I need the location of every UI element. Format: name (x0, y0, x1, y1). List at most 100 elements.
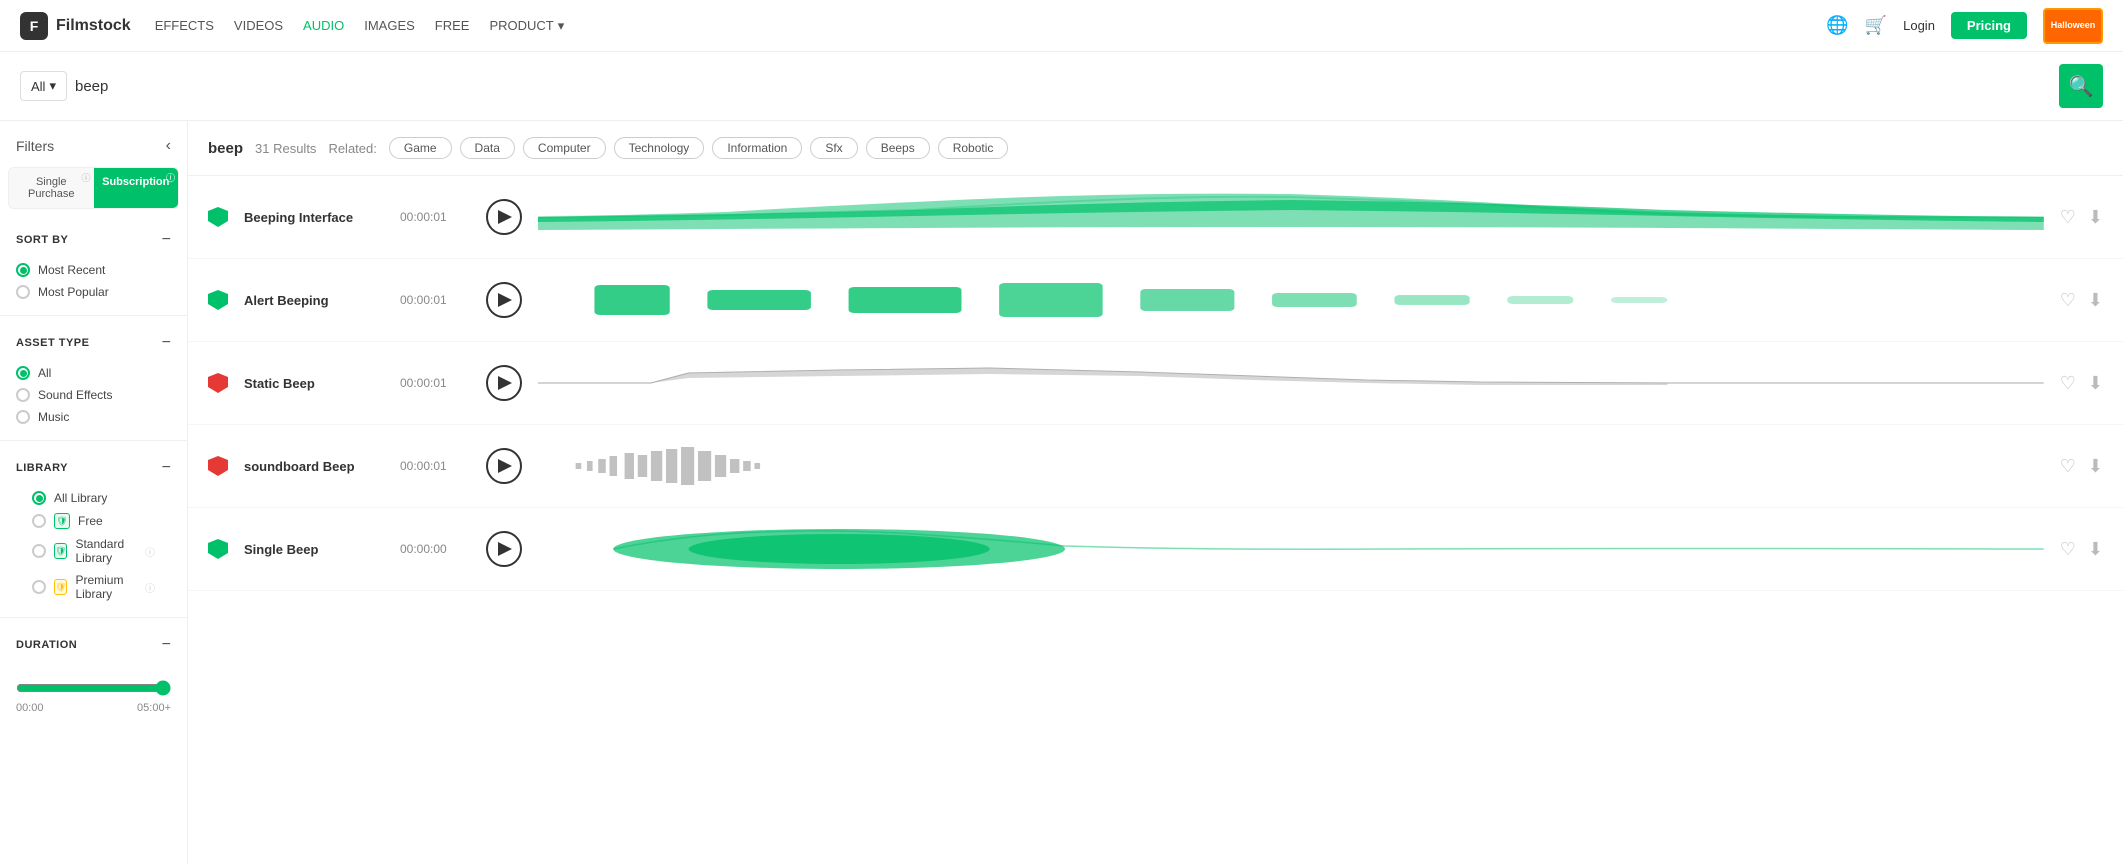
library-free[interactable]: 🛡 Free (16, 509, 171, 533)
related-tags: Game Data Computer Technology Informatio… (389, 137, 1009, 159)
library-free-radio[interactable] (32, 514, 46, 528)
sort-most-popular[interactable]: Most Popular (16, 281, 171, 303)
asset-all[interactable]: All (16, 362, 171, 384)
waveform (538, 192, 2044, 242)
play-button[interactable] (486, 282, 522, 318)
track-actions: ♡ ⬇ (2060, 373, 2103, 394)
single-purchase-info[interactable]: ⓘ (81, 171, 90, 184)
duration-section: DURATION − (0, 626, 187, 660)
tag-computer[interactable]: Computer (523, 137, 606, 159)
track-row: Beeping Interface 00:00:01 ♡ ⬇ (188, 176, 2123, 259)
nav-images[interactable]: IMAGES (364, 18, 415, 33)
premium-info[interactable]: ⓘ (145, 580, 155, 595)
tag-technology[interactable]: Technology (614, 137, 705, 159)
favorite-button[interactable]: ♡ (2060, 456, 2076, 477)
download-button[interactable]: ⬇ (2088, 290, 2103, 311)
halloween-badge[interactable]: Halloween (2043, 8, 2103, 44)
track-duration: 00:00:01 (400, 293, 470, 307)
track-row: soundboard Beep 00:00:01 (188, 425, 2123, 508)
search-category-select[interactable]: All ▾ (20, 71, 67, 101)
track-name: soundboard Beep (244, 459, 384, 474)
download-button[interactable]: ⬇ (2088, 207, 2103, 228)
asset-music-radio[interactable] (16, 410, 30, 424)
track-name: Single Beep (244, 542, 384, 557)
asset-all-radio[interactable] (16, 366, 30, 380)
track-shield (208, 207, 228, 227)
duration-toggle[interactable]: − (162, 636, 171, 654)
logo[interactable]: F Filmstock (20, 12, 131, 40)
search-category-value: All (31, 79, 45, 94)
chevron-down-icon: ▾ (558, 18, 565, 34)
asset-sound-effects-radio[interactable] (16, 388, 30, 402)
collapse-icon[interactable]: ‹ (166, 137, 171, 155)
track-row: Alert Beeping 00:00:01 ♡ (188, 259, 2123, 342)
play-button[interactable] (486, 448, 522, 484)
play-button[interactable] (486, 531, 522, 567)
library-standard-radio[interactable] (32, 544, 46, 558)
play-button[interactable] (486, 199, 522, 235)
standard-info[interactable]: ⓘ (145, 544, 155, 559)
asset-sound-effects[interactable]: Sound Effects (16, 384, 171, 406)
favorite-button[interactable]: ♡ (2060, 539, 2076, 560)
library-label: LIBRARY (16, 462, 68, 474)
results-count: 31 Results (255, 141, 316, 156)
duration-label: DURATION (16, 639, 77, 651)
asset-music[interactable]: Music (16, 406, 171, 428)
duration-labels: 00:00 05:00+ (16, 702, 171, 714)
track-shield (208, 373, 228, 393)
search-input[interactable] (75, 78, 2051, 95)
sort-by-toggle[interactable]: − (162, 231, 171, 249)
search-term: beep (208, 140, 243, 157)
favorite-button[interactable]: ♡ (2060, 207, 2076, 228)
sort-most-popular-radio[interactable] (16, 285, 30, 299)
download-button[interactable]: ⬇ (2088, 456, 2103, 477)
nav-free[interactable]: FREE (435, 18, 470, 33)
sort-options: Most Recent Most Popular (0, 255, 187, 307)
track-duration: 00:00:00 (400, 542, 470, 556)
library-premium[interactable]: 🛡 Premium Library ⓘ (16, 569, 171, 605)
asset-type-label: ASSET TYPE (16, 337, 89, 349)
tag-robotic[interactable]: Robotic (938, 137, 1009, 159)
nav-product[interactable]: PRODUCT ▾ (489, 18, 564, 34)
nav-effects[interactable]: EFFECTS (155, 18, 214, 33)
subscription-info[interactable]: ⓘ (166, 171, 175, 184)
related-label: Related: (328, 141, 376, 156)
library-all-radio[interactable] (32, 491, 46, 505)
library-all[interactable]: All Library (16, 487, 171, 509)
library-toggle[interactable]: − (162, 459, 171, 477)
track-duration: 00:00:01 (400, 459, 470, 473)
login-button[interactable]: Login (1903, 18, 1935, 33)
tag-data[interactable]: Data (460, 137, 515, 159)
chevron-down-icon: ▾ (49, 78, 56, 94)
sort-most-recent[interactable]: Most Recent (16, 259, 171, 281)
search-button[interactable]: 🔍 (2059, 64, 2103, 108)
results-header: beep 31 Results Related: Game Data Compu… (188, 121, 2123, 176)
download-button[interactable]: ⬇ (2088, 373, 2103, 394)
favorite-button[interactable]: ♡ (2060, 373, 2076, 394)
tag-beeps[interactable]: Beeps (866, 137, 930, 159)
download-button[interactable]: ⬇ (2088, 539, 2103, 560)
sort-most-recent-radio[interactable] (16, 263, 30, 277)
track-name: Beeping Interface (244, 210, 384, 225)
tag-sfx[interactable]: Sfx (810, 137, 857, 159)
header: F Filmstock EFFECTS VIDEOS AUDIO IMAGES … (0, 0, 2123, 52)
waveform (538, 441, 2044, 491)
track-name: Static Beep (244, 376, 384, 391)
globe-icon[interactable]: 🌐 (1826, 15, 1848, 36)
asset-type-toggle[interactable]: − (162, 334, 171, 352)
tab-subscription[interactable]: Subscription ⓘ (94, 168, 179, 208)
library-premium-radio[interactable] (32, 580, 46, 594)
cart-icon[interactable]: 🛒 (1865, 15, 1887, 36)
library-standard[interactable]: 🛡 Standard Library ⓘ (16, 533, 171, 569)
tab-single-purchase[interactable]: Single Purchase ⓘ (9, 168, 94, 208)
favorite-button[interactable]: ♡ (2060, 290, 2076, 311)
nav-videos[interactable]: VIDEOS (234, 18, 283, 33)
main-layout: Filters ‹ Single Purchase ⓘ Subscription… (0, 121, 2123, 864)
sidebar: Filters ‹ Single Purchase ⓘ Subscription… (0, 121, 188, 864)
tag-information[interactable]: Information (712, 137, 802, 159)
pricing-button[interactable]: Pricing (1951, 12, 2027, 39)
play-button[interactable] (486, 365, 522, 401)
duration-slider[interactable] (16, 680, 171, 696)
nav-audio[interactable]: AUDIO (303, 18, 344, 33)
tag-game[interactable]: Game (389, 137, 452, 159)
